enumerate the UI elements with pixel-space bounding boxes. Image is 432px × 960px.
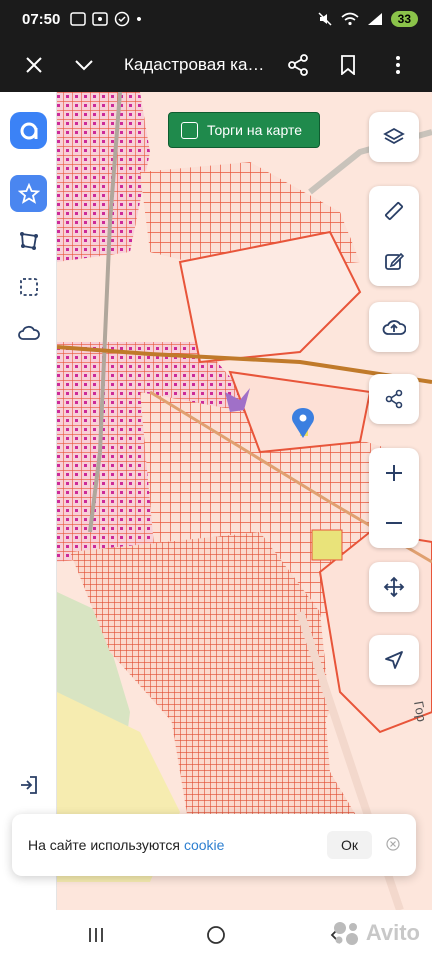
polygon-icon — [19, 231, 38, 250]
system-icons: 33 — [317, 11, 418, 27]
polygon-tool-button[interactable] — [10, 222, 47, 259]
signal-icon — [367, 13, 382, 25]
ruler-button[interactable] — [369, 186, 419, 236]
share-nodes-icon — [385, 389, 403, 409]
more-vertical-icon — [396, 56, 400, 74]
watermark-text: Avito — [365, 920, 420, 945]
zoom-in-button[interactable] — [369, 448, 419, 498]
more-button[interactable] — [376, 43, 420, 87]
status-time: 07:50 — [22, 10, 61, 28]
cloud-icon — [17, 325, 40, 340]
layers-control — [369, 112, 419, 162]
auctions-checkbox[interactable] — [181, 121, 198, 139]
avito-logo-icon — [333, 922, 358, 945]
star-icon — [17, 182, 40, 204]
layers-icon — [383, 127, 405, 145]
auctions-label: Торги на карте — [207, 122, 302, 138]
avito-watermark: Avito — [332, 920, 420, 946]
highlight-parcel — [311, 529, 343, 561]
close-icon — [26, 57, 42, 73]
app-bar: Кадастровая ка… — [0, 38, 432, 92]
cookie-close-button[interactable] — [386, 836, 400, 854]
page-title: Кадастровая ка… — [124, 55, 265, 74]
left-toolbar — [0, 92, 57, 910]
bookmark-button[interactable] — [326, 43, 370, 87]
gallery-icon — [92, 12, 109, 26]
share-icon — [288, 54, 308, 76]
zoom-controls — [369, 448, 419, 548]
favorites-button[interactable] — [10, 175, 47, 212]
share-map-control — [369, 374, 419, 424]
plus-icon — [386, 465, 402, 481]
map-canvas[interactable]: Гор — [0, 92, 432, 910]
share-button[interactable] — [276, 43, 320, 87]
check-circle-icon — [115, 11, 130, 27]
bookmark-icon — [341, 55, 355, 75]
draw-controls — [369, 186, 419, 286]
minus-icon — [386, 522, 402, 524]
zoom-out-button[interactable] — [369, 498, 419, 548]
share-map-button[interactable] — [369, 374, 419, 424]
mute-icon — [318, 12, 332, 26]
screenshot-icon — [70, 12, 87, 26]
navigation-arrow-icon — [385, 651, 403, 669]
chevron-down-icon — [75, 60, 93, 71]
recents-button[interactable] — [36, 927, 156, 943]
select-area-button[interactable] — [10, 268, 47, 305]
geolocation-control — [369, 635, 419, 685]
cookie-ok-button[interactable]: Ок — [326, 831, 372, 859]
edit-icon — [385, 252, 405, 270]
recents-icon — [89, 928, 103, 942]
login-button[interactable] — [10, 766, 47, 803]
home-circle-icon — [207, 926, 225, 944]
collapse-button[interactable] — [62, 43, 106, 87]
upload-control — [369, 302, 419, 352]
home-button[interactable] — [156, 925, 276, 945]
close-button[interactable] — [12, 43, 56, 87]
logo-icon — [20, 122, 37, 139]
pan-button[interactable] — [369, 562, 419, 612]
cookie-banner: На сайте используются cookie Ок — [12, 814, 416, 876]
wifi-icon — [341, 12, 359, 26]
battery-indicator: 33 — [390, 11, 418, 27]
cookie-text: На сайте используются — [28, 837, 180, 853]
ruler-icon — [385, 202, 403, 220]
status-bar: 07:50 • 33 — [0, 0, 432, 38]
auctions-toggle[interactable]: Торги на карте — [168, 112, 320, 148]
app-logo-button[interactable] — [10, 112, 47, 149]
cloud-upload-icon — [382, 320, 406, 335]
cadastral-map[interactable]: Гор Торги на карте На сайте используются… — [0, 92, 432, 910]
dashed-square-icon — [19, 277, 38, 296]
login-icon — [20, 775, 37, 794]
upload-button[interactable] — [369, 302, 419, 352]
edit-button[interactable] — [369, 236, 419, 286]
pan-control — [369, 562, 419, 612]
geolocation-button[interactable] — [369, 635, 419, 685]
move-icon — [383, 576, 405, 598]
cloud-button[interactable] — [10, 314, 47, 351]
close-circle-icon — [386, 836, 400, 851]
cookie-link[interactable]: cookie — [184, 837, 224, 853]
notification-icons: • — [70, 10, 142, 28]
dot-icon: • — [136, 10, 142, 28]
layers-button[interactable] — [369, 112, 419, 162]
